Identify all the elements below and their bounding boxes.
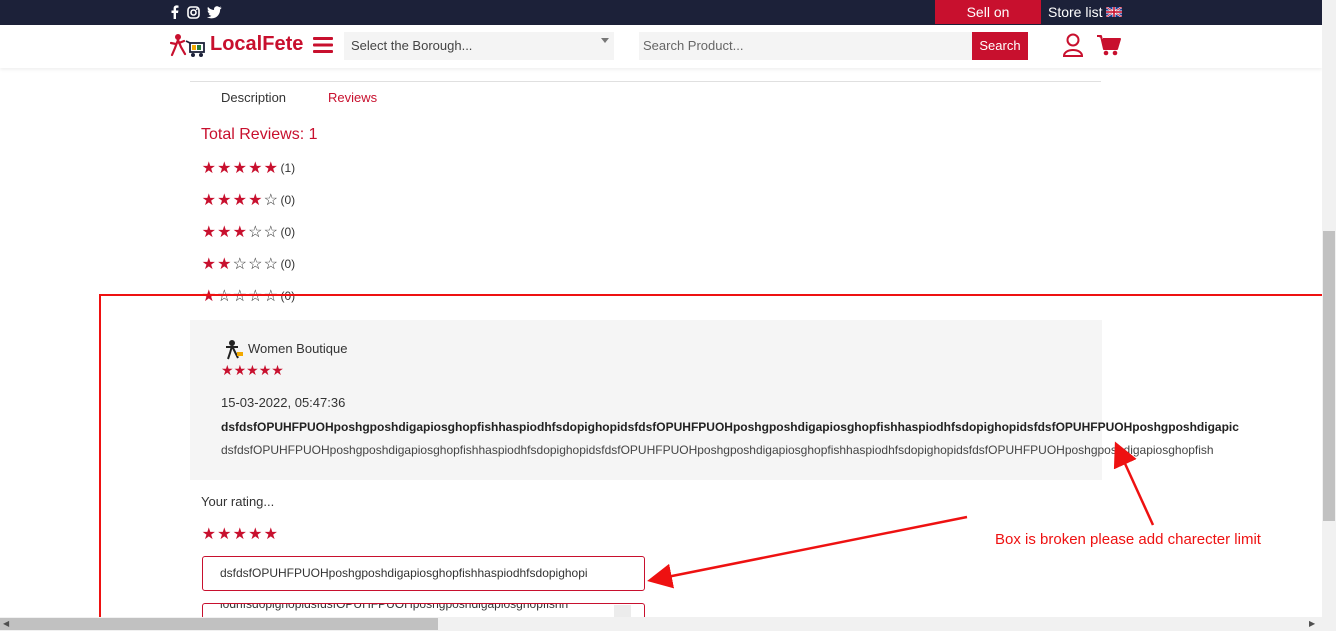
- vertical-scroll-thumb[interactable]: [1323, 231, 1335, 521]
- annotation-text: Box is broken please add charecter limit: [995, 531, 1261, 548]
- scroll-right-icon[interactable]: ▶: [1309, 619, 1315, 628]
- annotation-arrow: [647, 515, 968, 589]
- scroll-left-icon[interactable]: ◀: [3, 619, 9, 628]
- annotation-arrow: [1113, 441, 1155, 526]
- horizontal-scroll-thumb[interactable]: [0, 618, 438, 630]
